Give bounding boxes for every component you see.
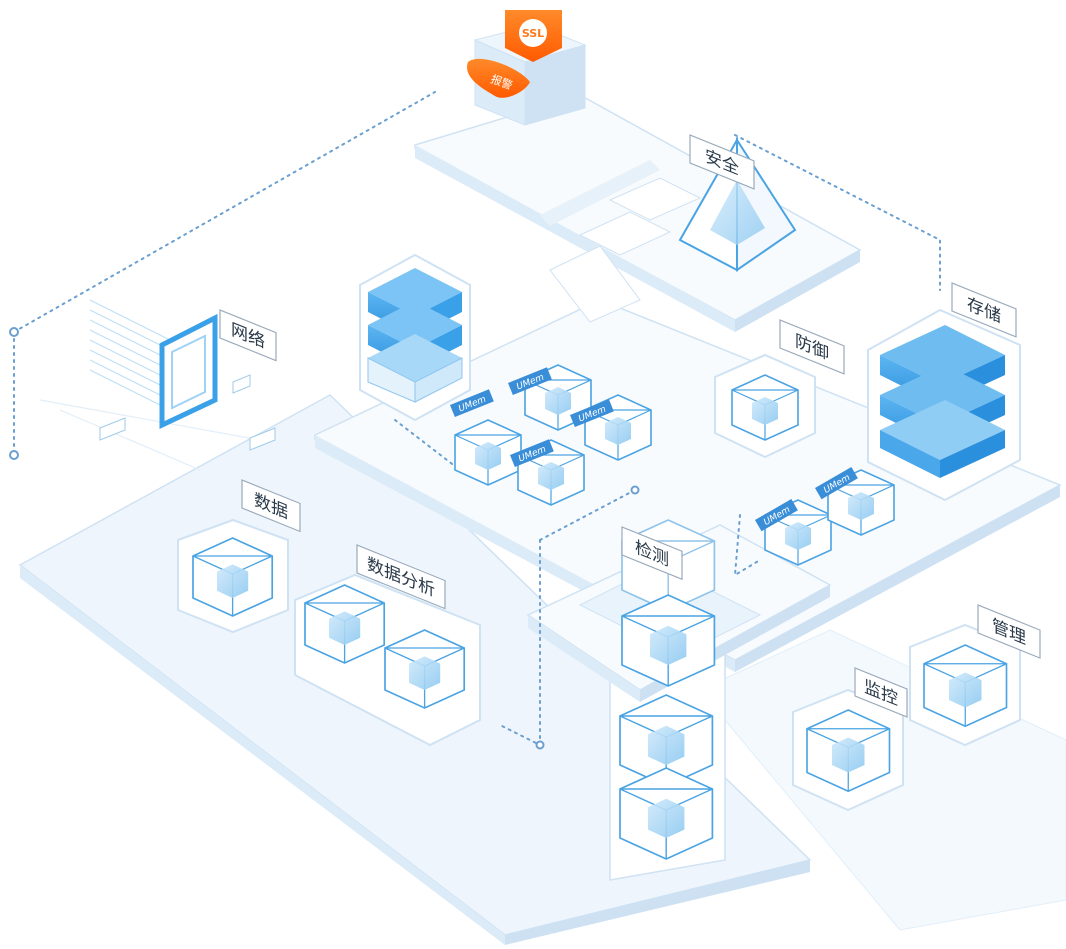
cube-icon bbox=[454, 419, 522, 486]
isometric-architecture-diagram: SSL 报警 UMem UMem UMem UMem UMem UMem 安全 … bbox=[0, 0, 1066, 945]
label-network: 网络 bbox=[219, 309, 277, 362]
cube-icon bbox=[584, 394, 652, 461]
server-stack-icon bbox=[359, 253, 471, 422]
ssl-label: SSL bbox=[522, 27, 544, 40]
connector-node bbox=[630, 485, 640, 495]
diagram-canvas: SSL 报警 UMem UMem UMem UMem UMem UMem 安全 … bbox=[9, 10, 1066, 945]
connector-node bbox=[535, 740, 545, 750]
data-cube bbox=[177, 518, 289, 634]
connector-node bbox=[9, 450, 19, 460]
connector-node bbox=[9, 327, 19, 337]
top-platform bbox=[414, 94, 862, 332]
storage-stack-icon bbox=[867, 308, 1021, 502]
